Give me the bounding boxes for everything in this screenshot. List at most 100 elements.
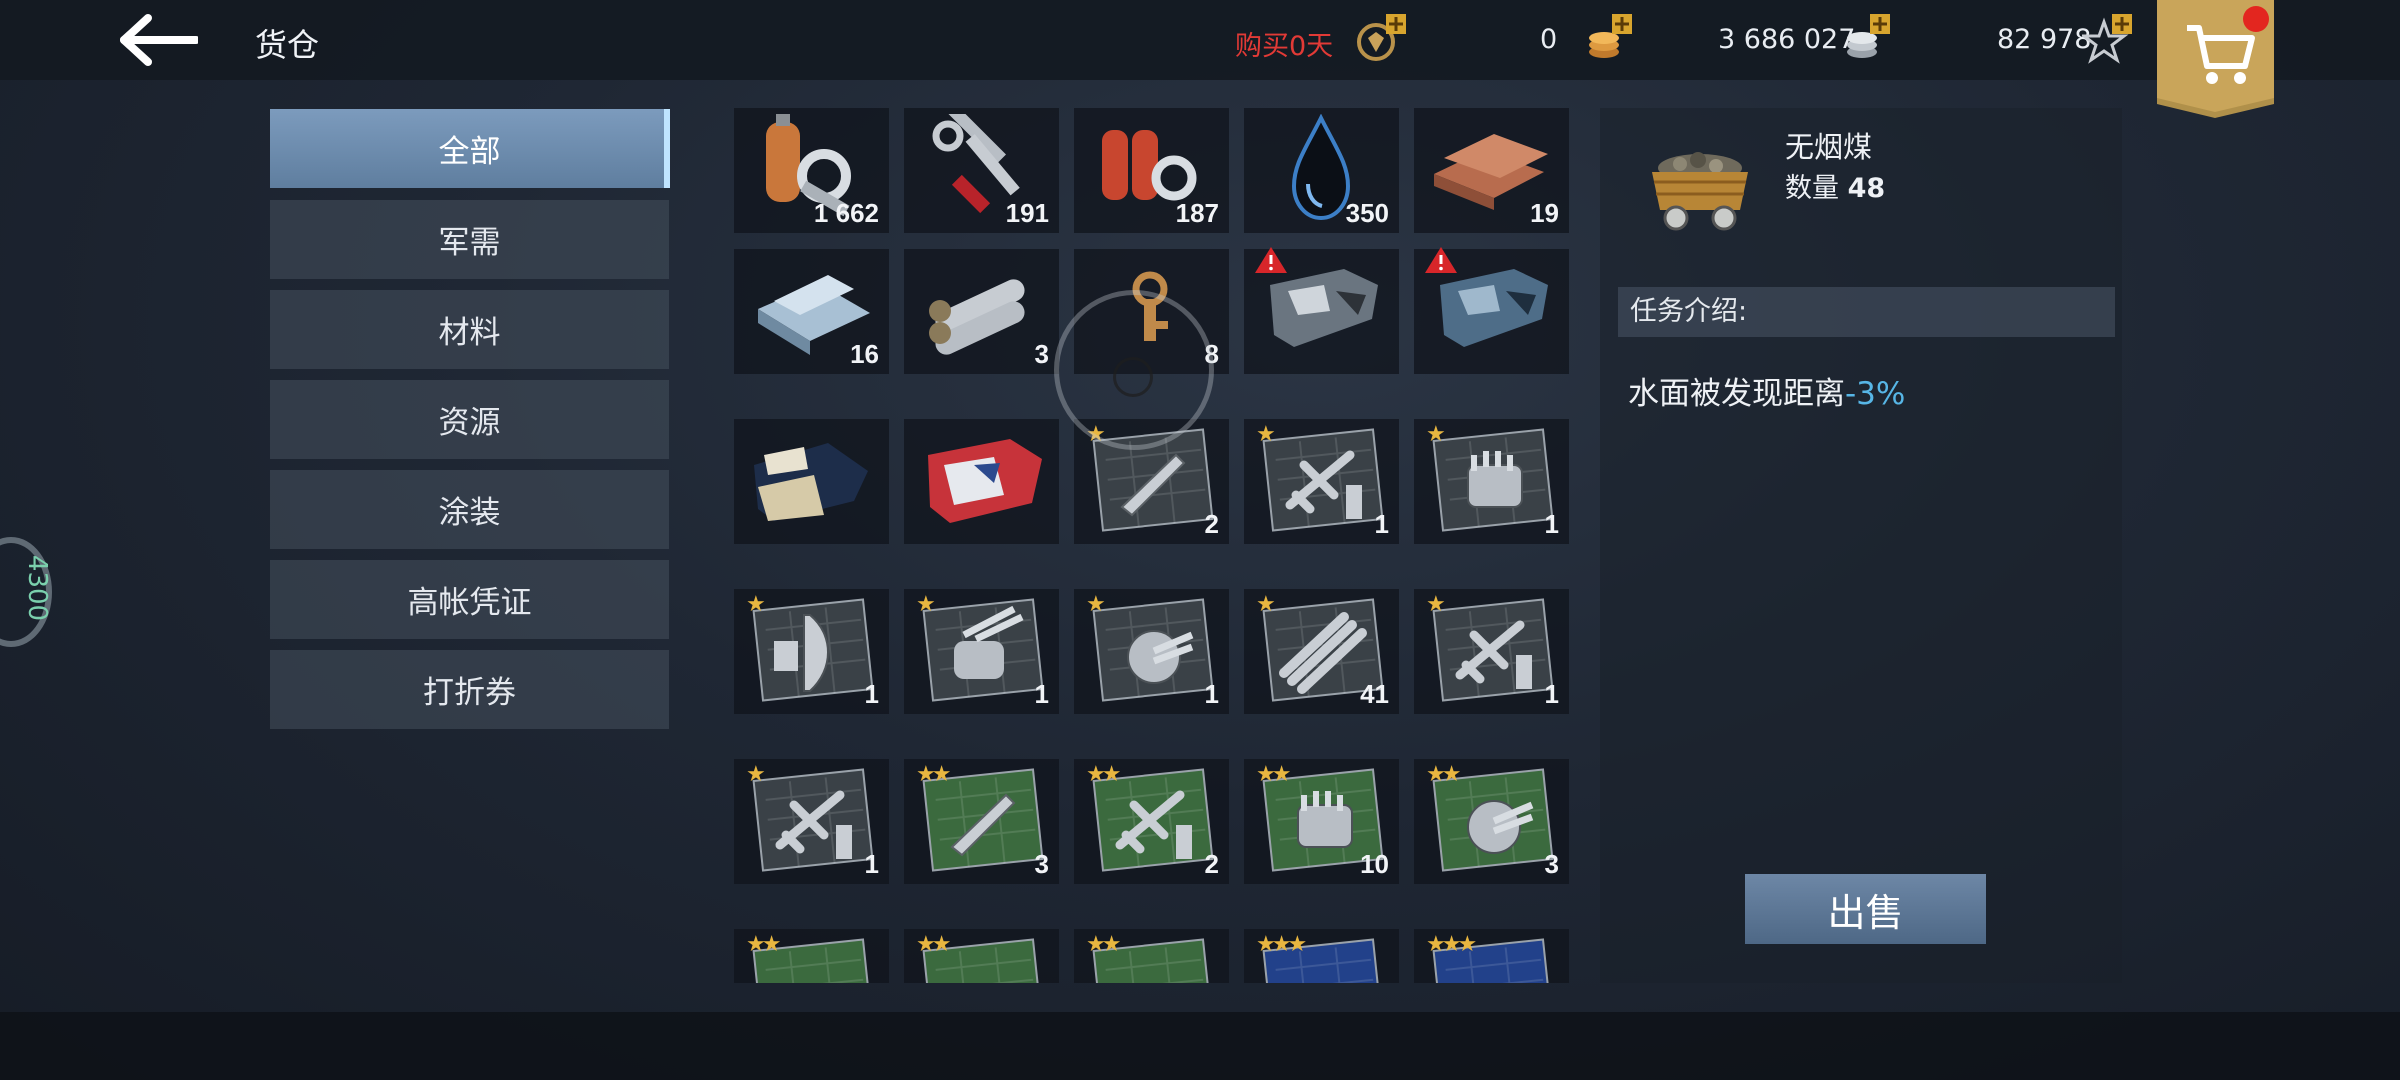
inventory-item[interactable]: 191 [904, 108, 1059, 233]
back-arrow-icon[interactable] [118, 14, 198, 66]
category-materials[interactable]: 材料 [270, 290, 669, 369]
gold-amount: 0 [1540, 24, 1558, 55]
star-rating: ★ [916, 592, 936, 617]
star-rating: ★★ [1256, 762, 1292, 787]
turret-blueprint-icon [1432, 428, 1554, 532]
item-quantity-label: 1 [1204, 679, 1219, 709]
inventory-item[interactable] [904, 419, 1059, 544]
star-rating: ★ [746, 592, 766, 617]
star-rating: ★★ [1086, 932, 1122, 957]
cart-notification-dot [2243, 6, 2269, 32]
inventory-grid: 1 662 191 187 350 19 16 3 8 ★ 2 ★ 1 ★ 1 ★ 1 ★ 1 ★ 1 ★ 41 ★ 1 ★ 1 ★… [734, 108, 1574, 983]
inventory-item[interactable]: ★★ 10 [1244, 759, 1399, 884]
silver-coins-icon[interactable] [1840, 12, 1892, 64]
item-quantity-label: 1 [864, 679, 879, 709]
item-quantity-label: 3 [1034, 339, 1049, 369]
star-rating: ★ [1256, 592, 1276, 617]
gun-blueprint-icon [922, 598, 1044, 702]
aa-gun-blueprint-icon [1092, 598, 1214, 702]
category-vouchers[interactable]: 高帐凭证 [270, 560, 669, 639]
plane-blueprint-icon [752, 768, 874, 872]
warning-icon [1425, 247, 1457, 273]
star-rating: ★★ [1086, 762, 1122, 787]
category-discount-coupons[interactable]: 打折券 [270, 650, 669, 729]
item-quantity: 数量 48 [1785, 173, 1886, 204]
inventory-item[interactable]: ★★ [904, 929, 1059, 983]
item-name: 无烟煤 [1785, 130, 1873, 164]
star-rating: ★ [746, 762, 766, 787]
item-quantity-label: 3 [1544, 849, 1559, 879]
sell-button[interactable]: 出售 [1745, 874, 1986, 944]
stars-amount: 82 978 [1997, 24, 2092, 55]
category-all[interactable]: 全部 [270, 109, 670, 188]
inventory-item[interactable]: ★★★ [1244, 929, 1399, 983]
item-quantity-label: 1 [1544, 679, 1559, 709]
item-quantity-label: 1 [1544, 509, 1559, 539]
item-quantity-label: 1 [864, 849, 879, 879]
inventory-item[interactable]: 1 662 [734, 108, 889, 233]
coal-cart-icon [1652, 152, 1748, 231]
item-quantity-label: 16 [850, 339, 879, 369]
item-quantity-label: 41 [1360, 679, 1389, 709]
inventory-item[interactable]: 350 [1244, 108, 1399, 233]
camo-flag-icon [928, 439, 1042, 523]
page-title: 货仓 [255, 26, 320, 64]
gold-coins-icon[interactable] [1582, 12, 1634, 64]
item-quantity-label: 1 [1034, 679, 1049, 709]
item-quantity-label: 350 [1345, 198, 1389, 228]
item-quantity-label: 1 [1374, 509, 1389, 539]
inventory-item[interactable]: ★★ [734, 929, 889, 983]
inventory-item[interactable]: ★★ [1074, 929, 1229, 983]
inventory-item[interactable]: ★★ 3 [1414, 759, 1569, 884]
camo-desert-icon [754, 443, 868, 521]
item-quantity-label: 187 [1175, 198, 1219, 228]
inventory-item[interactable]: ★ 1 [1414, 589, 1569, 714]
inventory-item[interactable]: 187 [1074, 108, 1229, 233]
task-description-heading: 任务介绍: [1618, 287, 2115, 337]
inventory-item[interactable]: ★ 1 [1074, 589, 1229, 714]
side-event-badge[interactable]: 4300 [0, 537, 52, 647]
category-camouflage[interactable]: 涂装 [270, 470, 669, 549]
item-quantity-label: 10 [1360, 849, 1389, 879]
star-rating: ★★ [916, 762, 952, 787]
star-rating: ★★ [746, 932, 782, 957]
inventory-item[interactable]: 16 [734, 249, 889, 374]
item-quantity-label: 3 [1034, 849, 1049, 879]
inventory-item[interactable]: ★ 1 [904, 589, 1059, 714]
buy-premium-link[interactable]: 购买0天 [1235, 24, 1333, 63]
inventory-item[interactable]: ★ 1 [734, 759, 889, 884]
inventory-item[interactable] [1414, 247, 1569, 374]
warning-icon [1255, 247, 1287, 273]
inventory-item[interactable]: 19 [1414, 108, 1569, 233]
inventory-item[interactable]: ★★ 3 [904, 759, 1059, 884]
star-rating: ★★ [1426, 762, 1462, 787]
radar-blueprint-icon [752, 598, 874, 702]
steel-pipes-icon [929, 279, 1025, 355]
star-rating: ★ [1426, 422, 1446, 447]
bottom-bar [0, 1012, 2400, 1080]
plane-blueprint-icon [1262, 428, 1384, 532]
inventory-item[interactable]: 3 [904, 249, 1059, 374]
category-supplies[interactable]: 军需 [270, 200, 669, 279]
inventory-item[interactable]: ★ 1 [734, 589, 889, 714]
premium-emblem-icon[interactable] [1352, 12, 1408, 68]
inventory-item[interactable]: ★★★ [1414, 929, 1569, 983]
star-rating: ★★★ [1256, 932, 1307, 957]
plane-blueprint-icon [1432, 598, 1554, 702]
inventory-item[interactable]: ★ 1 [1414, 419, 1569, 544]
star-rating: ★★ [916, 932, 952, 957]
star-rating: ★ [1086, 592, 1106, 617]
item-quantity-label: 2 [1204, 509, 1219, 539]
inventory-item[interactable]: ★ 1 [1244, 419, 1399, 544]
loading-ring-center [1113, 357, 1153, 397]
star-currency-icon[interactable] [2082, 12, 2134, 64]
inventory-item[interactable] [734, 419, 889, 544]
silver-amount: 3 686 027 [1718, 24, 1856, 55]
inventory-item[interactable] [1244, 247, 1399, 374]
item-quantity-label: 2 [1204, 849, 1219, 879]
inventory-item[interactable]: ★★ 2 [1074, 759, 1229, 884]
inventory-item[interactable]: ★ 41 [1244, 589, 1399, 714]
star-rating: ★ [1426, 592, 1446, 617]
category-resources[interactable]: 资源 [270, 380, 669, 459]
item-quantity-label: 191 [1005, 198, 1049, 228]
